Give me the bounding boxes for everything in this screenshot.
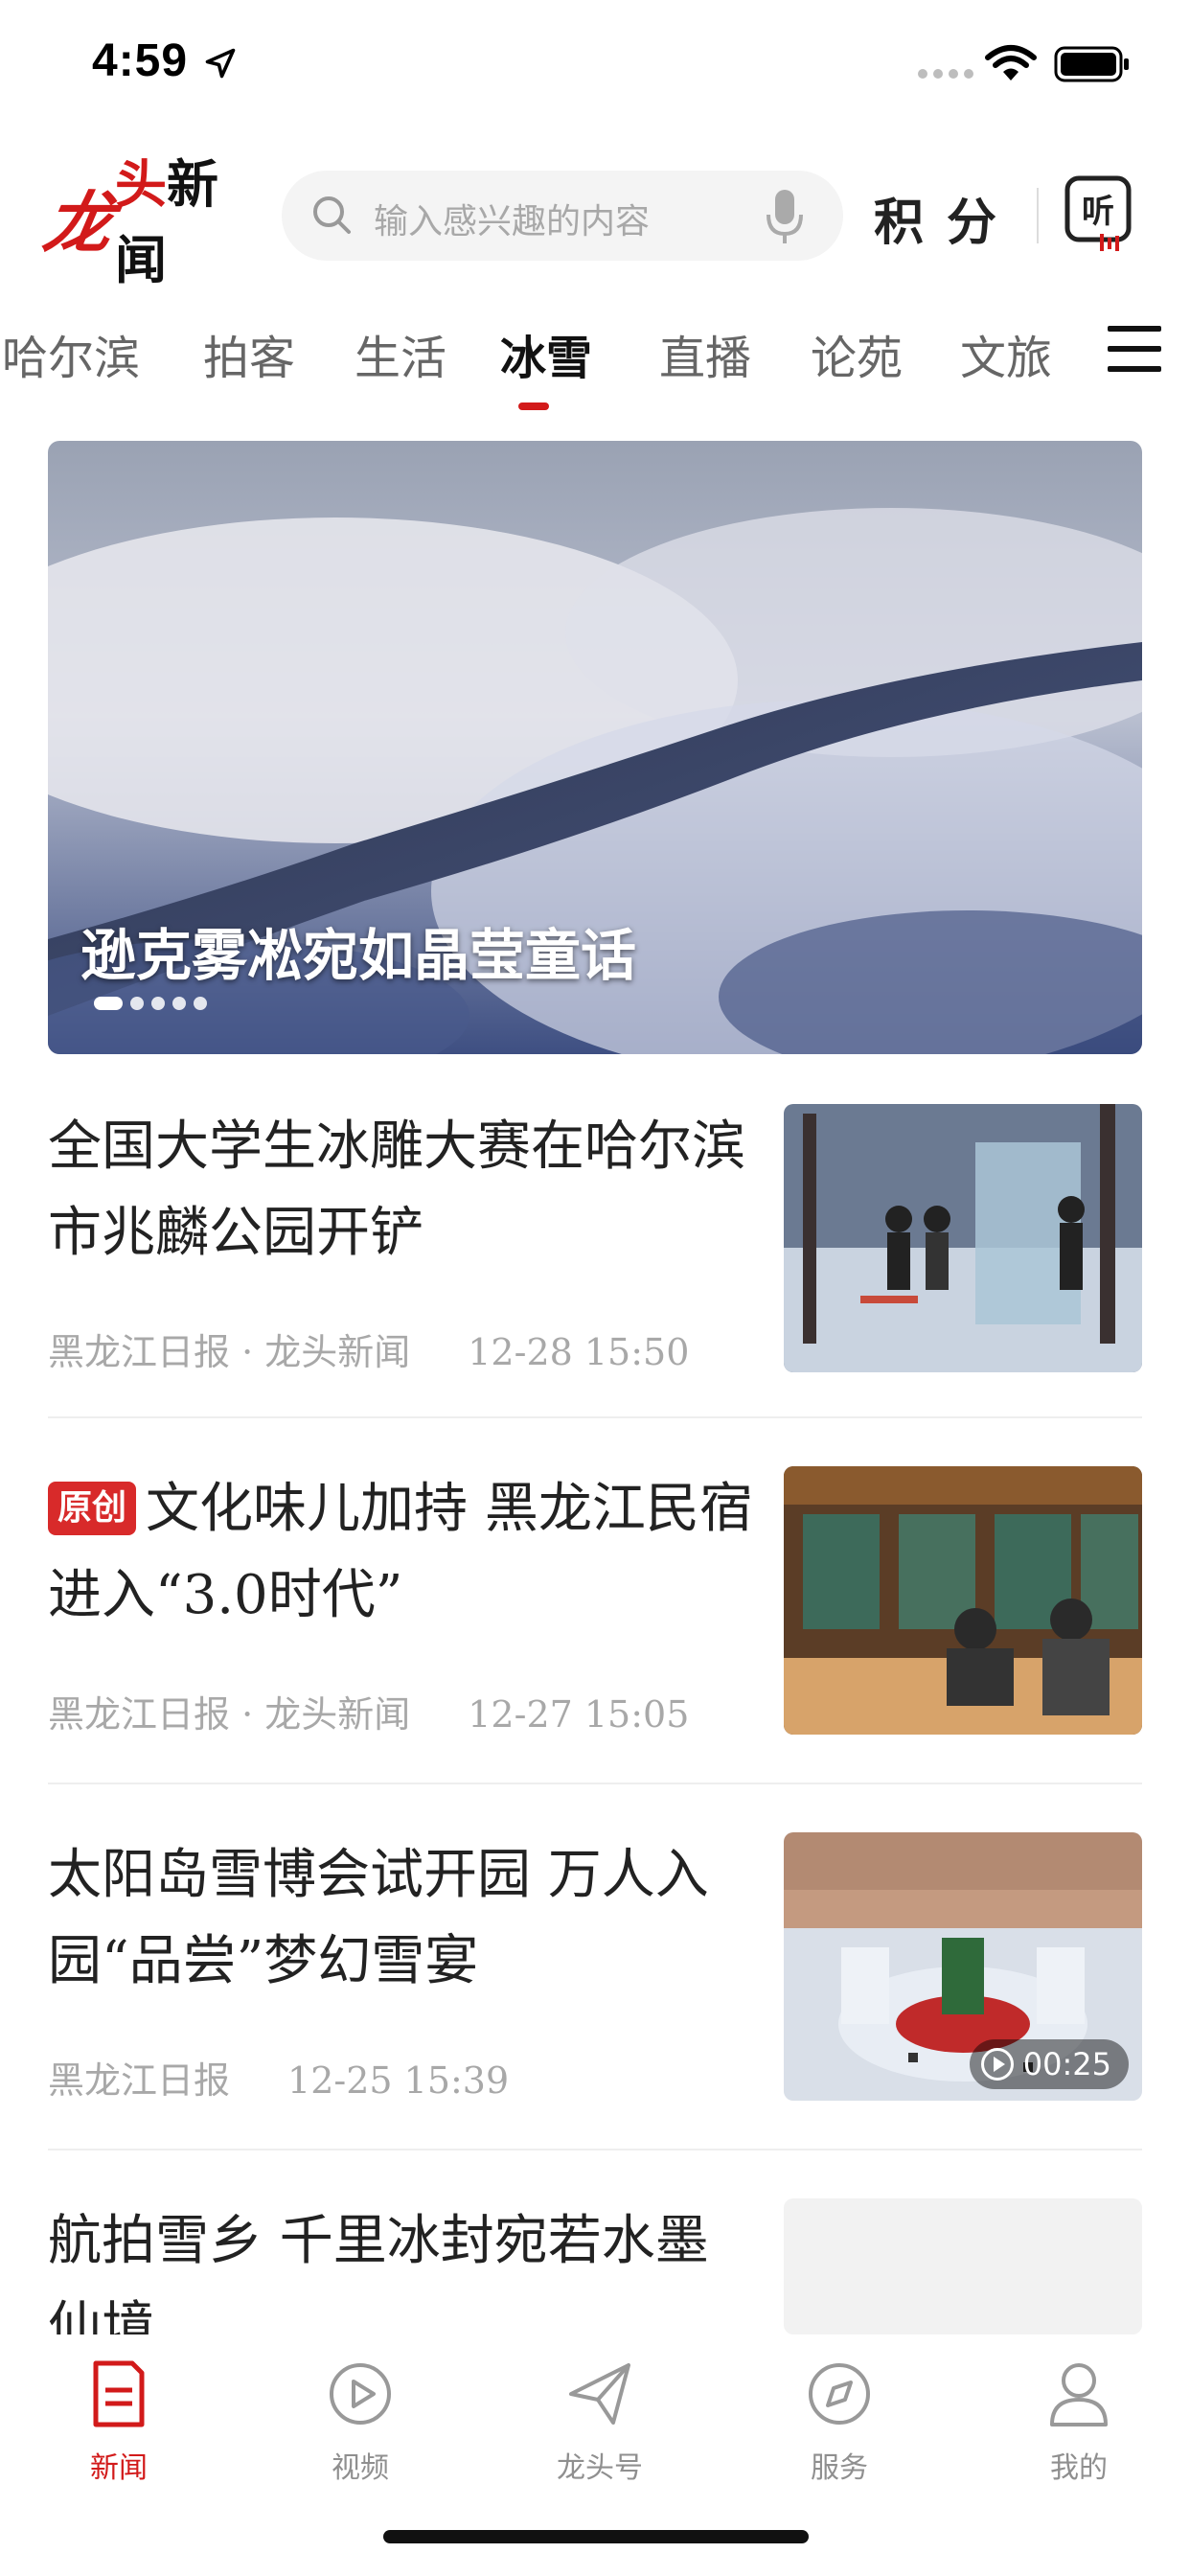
- tab-forum[interactable]: 论苑: [811, 320, 903, 387]
- news-source: 黑龙江日报 · 龙头新闻: [48, 1693, 411, 1736]
- news-icon: [93, 2360, 145, 2427]
- search-placeholder: 输入感兴趣的内容: [374, 202, 651, 242]
- news-thumbnail: 00:25: [784, 1832, 1142, 2101]
- hero-carousel[interactable]: 逊克雾凇宛如晶莹童话: [48, 441, 1142, 1054]
- logo-mark: 龙: [37, 182, 120, 263]
- news-time: 12-28 15:50: [468, 1331, 690, 1373]
- video-icon: [330, 2363, 391, 2425]
- news-item[interactable]: 原创 文化味儿加持 黑龙江民宿进入“3.0时代” 黑龙江日报 · 龙头新闻 12-2…: [48, 1466, 1142, 1737]
- nav-video[interactable]: 视频: [284, 2358, 437, 2501]
- news-source: 黑龙江日报 · 龙头新闻: [48, 1331, 411, 1373]
- search-icon: [313, 196, 351, 234]
- logo-text: 头新闻: [115, 154, 218, 290]
- points-button[interactable]: 积分: [874, 182, 1019, 254]
- search-bar[interactable]: 输入感兴趣的内容: [282, 171, 843, 261]
- nav-longtou-hao[interactable]: 龙头号: [523, 2358, 676, 2501]
- play-icon: [980, 2048, 1014, 2081]
- news-meta: 黑龙江日报 · 龙头新闻 12-27 15:05: [48, 1685, 689, 1737]
- compass-icon: [809, 2363, 870, 2425]
- news-thumbnail: [784, 1466, 1142, 1735]
- news-time: 12-27 15:05: [468, 1693, 690, 1736]
- microphone-icon[interactable]: [761, 186, 809, 247]
- nav-profile[interactable]: 我的: [1002, 2358, 1156, 2501]
- tab-life[interactable]: 生活: [355, 320, 446, 387]
- news-thumbnail: [784, 2198, 1142, 2334]
- news-meta: 黑龙江日报 · 龙头新闻 12-28 15:50: [48, 1322, 689, 1375]
- news-title: 原创 文化味儿加持 黑龙江民宿进入“3.0时代”: [48, 1478, 753, 1626]
- news-title: 太阳岛雪博会试开园 万人入园“品尝”梦幻雪宴: [48, 1844, 709, 1992]
- nav-news[interactable]: 新闻: [42, 2358, 195, 2501]
- list-divider: [48, 1416, 1142, 1418]
- battery-icon: [1054, 46, 1129, 82]
- channel-menu-icon[interactable]: [1108, 326, 1163, 374]
- paper-plane-icon: [569, 2363, 630, 2425]
- tab-paike[interactable]: 拍客: [203, 320, 295, 387]
- home-indicator[interactable]: [383, 2530, 809, 2543]
- news-title: 航拍雪乡 千里冰封宛若水墨仙境: [48, 2210, 709, 2334]
- wifi-icon: [985, 45, 1037, 80]
- header-divider: [1037, 188, 1039, 243]
- hero-title: 逊克雾凇宛如晶莹童话: [80, 923, 637, 988]
- news-thumbnail: [784, 1104, 1142, 1372]
- tab-ice-snow[interactable]: 冰雪: [500, 320, 592, 387]
- original-badge: 原创: [48, 1482, 137, 1535]
- list-divider: [48, 1782, 1142, 1784]
- channel-tabs: 哈尔滨 拍客 生活 冰雪 直播 论苑 文旅: [0, 307, 1190, 412]
- tab-harbin[interactable]: 哈尔滨: [2, 320, 140, 387]
- app-logo[interactable]: 龙 头新闻: [38, 154, 266, 290]
- active-tab-indicator: [518, 402, 549, 410]
- news-title: 全国大学生冰雕大赛在哈尔滨市兆麟公园开铲: [48, 1116, 745, 1264]
- tab-culture-travel[interactable]: 文旅: [960, 320, 1052, 387]
- listen-audio-icon[interactable]: 听: [1064, 174, 1133, 255]
- location-arrow-icon: [205, 48, 236, 79]
- news-item[interactable]: 航拍雪乡 千里冰封宛若水墨仙境: [48, 2198, 1142, 2334]
- nav-services[interactable]: 服务: [763, 2358, 916, 2501]
- tab-live[interactable]: 直播: [659, 320, 751, 387]
- cellular-signal-icon: [918, 69, 973, 79]
- news-item[interactable]: 太阳岛雪博会试开园 万人入园“品尝”梦幻雪宴 黑龙江日报 12-25 15:39 …: [48, 1832, 1142, 2104]
- video-duration-badge: 00:25: [969, 2039, 1129, 2089]
- svg-text:听: 听: [1082, 193, 1114, 231]
- status-time: 4:59: [92, 35, 189, 86]
- carousel-indicator: [94, 997, 207, 1010]
- app-header: 龙 头新闻 输入感兴趣的内容 积分 听: [0, 154, 1190, 290]
- status-bar: 4:59: [0, 0, 1190, 134]
- list-divider: [48, 2149, 1142, 2150]
- news-item[interactable]: 全国大学生冰雕大赛在哈尔滨市兆麟公园开铲 黑龙江日报 · 龙头新闻 12-28 1…: [48, 1104, 1142, 1375]
- news-time: 12-25 15:39: [287, 2059, 510, 2102]
- news-source: 黑龙江日报: [48, 2059, 231, 2102]
- news-meta: 黑龙江日报 12-25 15:39: [48, 2051, 509, 2104]
- user-icon: [1050, 2363, 1108, 2426]
